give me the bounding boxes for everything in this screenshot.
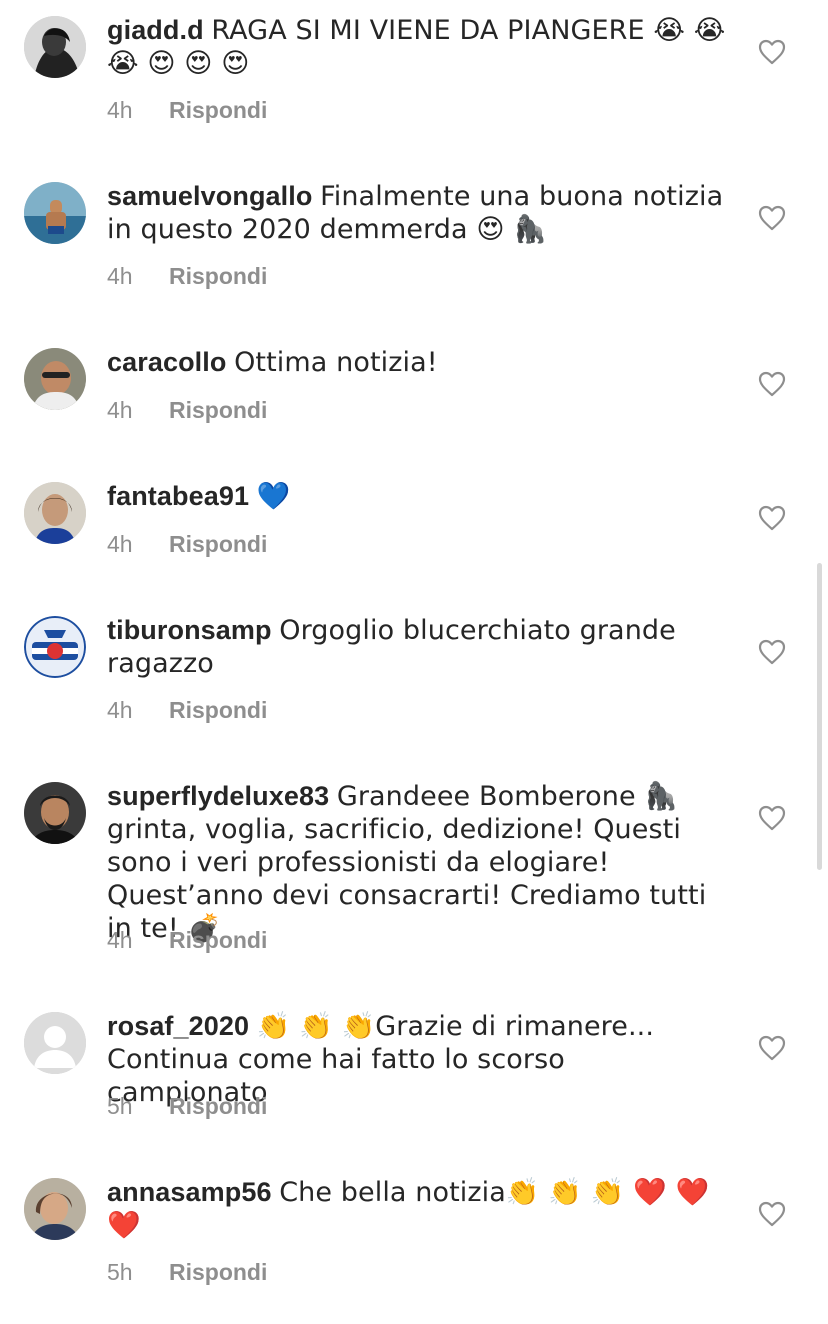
comment-body: caracollo Ottima notizia! [107,346,727,379]
comment-meta: 4h Rispondi [107,926,267,954]
reply-button[interactable]: Rispondi [169,531,267,557]
comment-body: giadd.d RAGA SI MI VIENE DA PIANGERE 😭 😭… [107,14,727,80]
comment-body: fantabea91 💙 [107,480,727,513]
comment-text: 💙 [256,481,291,512]
avatar[interactable] [24,1012,86,1074]
comment-time: 5h [107,1093,133,1119]
avatar[interactable] [24,616,86,678]
comment-body: samuelvongallo Finalmente una buona noti… [107,180,727,246]
avatar[interactable] [24,348,86,410]
comment-time: 4h [107,927,133,953]
comment-time: 4h [107,697,133,723]
comment-username[interactable]: rosaf_2020 [107,1011,249,1041]
avatar[interactable] [24,1178,86,1240]
heart-outline-icon[interactable] [758,805,786,831]
reply-button[interactable]: Rispondi [169,927,267,953]
comment-time: 4h [107,97,133,123]
reply-button[interactable]: Rispondi [169,397,267,423]
comment-username[interactable]: tiburonsamp [107,615,272,645]
comment-meta: 4h Rispondi [107,530,267,558]
heart-outline-icon[interactable] [758,1201,786,1227]
comment-meta: 4h Rispondi [107,696,267,724]
comment-body: annasamp56 Che bella notizia👏 👏 👏 ❤️ ❤️ … [107,1176,727,1242]
reply-button[interactable]: Rispondi [169,697,267,723]
comment-time: 4h [107,263,133,289]
comment-body: tiburonsamp Orgoglio blucerchiato grande… [107,614,727,680]
avatar[interactable] [24,16,86,78]
comment-meta: 5h Rispondi [107,1258,267,1286]
comment-meta: 5h Rispondi [107,1092,267,1120]
comment-meta: 4h Rispondi [107,396,267,424]
comment-meta: 4h Rispondi [107,262,267,290]
comment-time: 4h [107,531,133,557]
avatar[interactable] [24,182,86,244]
comment-time: 5h [107,1259,133,1285]
comment-username[interactable]: superflydeluxe83 [107,781,329,811]
heart-outline-icon[interactable] [758,505,786,531]
reply-button[interactable]: Rispondi [169,97,267,123]
scrollbar[interactable] [817,563,822,870]
comment-meta: 4h Rispondi [107,96,267,124]
avatar[interactable] [24,782,86,844]
reply-button[interactable]: Rispondi [169,263,267,289]
comment-text: Ottima notizia! [234,347,438,378]
heart-outline-icon[interactable] [758,39,786,65]
comment-time: 4h [107,397,133,423]
comment-username[interactable]: samuelvongallo [107,181,312,211]
comment-username[interactable]: caracollo [107,347,226,377]
avatar[interactable] [24,482,86,544]
heart-outline-icon[interactable] [758,639,786,665]
comment-username[interactable]: annasamp56 [107,1177,272,1207]
heart-outline-icon[interactable] [758,1035,786,1061]
comment-body: superflydeluxe83 Grandeee Bomberone 🦍 gr… [107,780,727,945]
heart-outline-icon[interactable] [758,205,786,231]
comment-username[interactable]: giadd.d [107,15,204,45]
reply-button[interactable]: Rispondi [169,1259,267,1285]
heart-outline-icon[interactable] [758,371,786,397]
comment-username[interactable]: fantabea91 [107,481,249,511]
reply-button[interactable]: Rispondi [169,1093,267,1119]
